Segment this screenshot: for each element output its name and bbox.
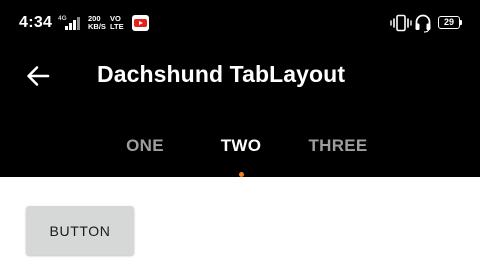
status-bar: 4:34 4G 200 KB/S VO LTE 29	[0, 0, 480, 46]
signal-bars	[65, 17, 83, 30]
app-screen: 4:34 4G 200 KB/S VO LTE 29 Dachshund Tab…	[0, 0, 480, 270]
main-button[interactable]: BUTTON	[26, 206, 134, 255]
network-speed: 200 KB/S	[88, 15, 106, 31]
app-bar: 4:34 4G 200 KB/S VO LTE 29 Dachshund Tab…	[0, 0, 480, 177]
signal-icon: 4G	[58, 15, 84, 31]
headset-icon	[415, 14, 431, 33]
battery-icon: 29	[438, 16, 460, 29]
tab-two[interactable]: TWO	[196, 128, 286, 164]
page-title: Dachshund TabLayout	[97, 61, 346, 87]
youtube-icon	[132, 15, 149, 31]
battery-tip	[460, 20, 462, 25]
tab-one[interactable]: ONE	[100, 128, 190, 164]
volte-indicator: VO LTE	[110, 15, 124, 31]
tab-indicator	[239, 172, 244, 177]
speed-unit: KB/S	[88, 22, 106, 31]
arrow-back-icon[interactable]	[22, 60, 54, 92]
tab-three[interactable]: THREE	[292, 128, 384, 164]
tab-layout: ONE TWO THREE	[100, 128, 400, 168]
status-time: 4:34	[19, 14, 53, 31]
volte-line2: LTE	[110, 22, 124, 31]
vibrate-icon	[390, 14, 412, 32]
